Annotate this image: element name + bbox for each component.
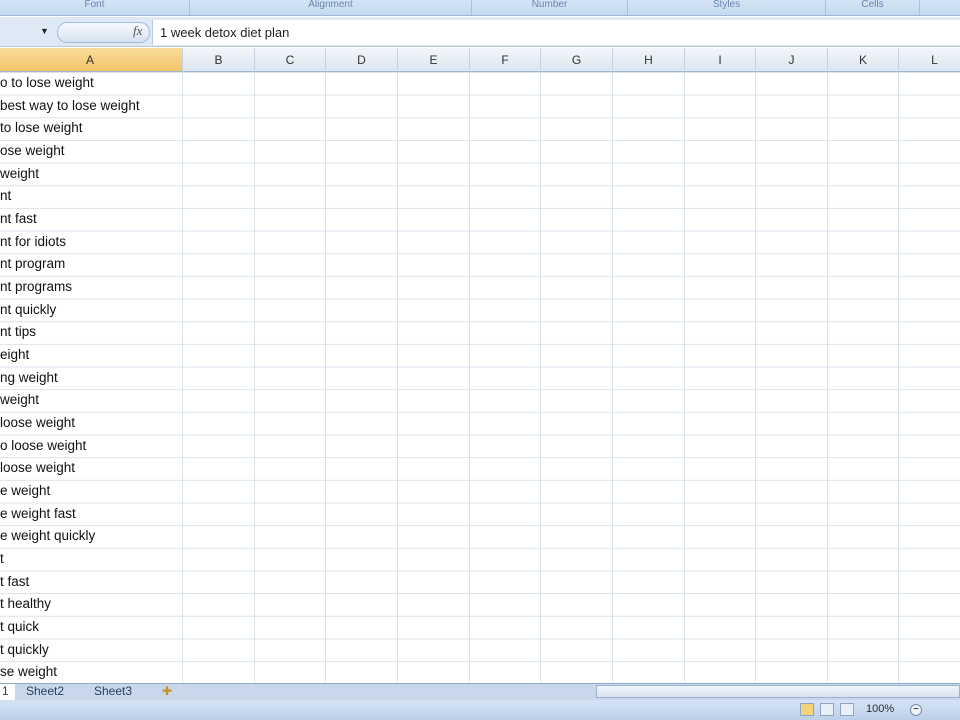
cell-a[interactable]: t fast [0,571,29,594]
sheet-tab-sheet1[interactable]: 1 [0,684,15,700]
cell-grid[interactable] [0,72,960,684]
cell-a[interactable]: t [0,548,4,571]
horizontal-scrollbar[interactable] [596,685,960,698]
cell-a[interactable]: best way to lose weight [0,95,140,118]
page-break-view-icon[interactable] [840,703,854,716]
gridline [540,72,541,684]
cell-a[interactable]: t quickly [0,639,49,662]
page-layout-view-icon[interactable] [820,703,834,716]
gridline [469,72,470,684]
cell-a[interactable]: nt quickly [0,299,56,322]
gridline [397,72,398,684]
gridline [684,72,685,684]
cell-a[interactable]: loose weight [0,412,75,435]
normal-view-icon[interactable] [800,703,814,716]
column-header-f[interactable]: F [470,48,541,72]
insert-function-button[interactable]: fx [133,23,142,39]
gridline [182,72,183,684]
column-header-l[interactable]: L [899,48,960,72]
cell-a[interactable]: eight [0,344,29,367]
gridline [254,72,255,684]
column-header-d[interactable]: D [326,48,398,72]
cell-a[interactable]: weight [0,389,39,412]
gridline [898,72,899,684]
column-header-i[interactable]: I [685,48,756,72]
status-bar [0,700,960,720]
sheet-tab-sheet2[interactable]: Sheet2 [20,684,70,700]
cell-a[interactable]: se weight [0,661,57,684]
cell-a[interactable]: nt programs [0,276,72,299]
cell-a[interactable]: nt fast [0,208,37,231]
cell-a[interactable]: weight [0,163,39,186]
column-header-h[interactable]: H [613,48,685,72]
ribbon-group-font[interactable]: Font [0,0,190,15]
cell-a[interactable]: ose weight [0,140,65,163]
gridline [827,72,828,684]
column-header-c[interactable]: C [255,48,326,72]
cell-a[interactable]: e weight quickly [0,525,95,548]
ribbon-group-number[interactable]: Number [472,0,628,15]
column-header-j[interactable]: J [756,48,828,72]
gridline [755,72,756,684]
cell-a[interactable]: t healthy [0,593,51,616]
gridline [325,72,326,684]
cell-a[interactable]: o loose weight [0,435,86,458]
zoom-out-button[interactable]: − [910,704,922,716]
cell-a[interactable]: loose weight [0,457,75,480]
ribbon-group-styles[interactable]: Styles [628,0,826,15]
ribbon: Font Alignment Number Styles Cells [0,0,960,16]
column-header-a[interactable]: A [0,48,183,72]
column-header-b[interactable]: B [183,48,255,72]
cell-a[interactable]: nt tips [0,321,36,344]
name-box-dropdown-icon[interactable]: ▼ [40,26,49,36]
cell-a[interactable]: to lose weight [0,117,83,140]
cell-a[interactable]: nt [0,185,11,208]
cell-a[interactable]: e weight [0,480,50,503]
ribbon-group-cells[interactable]: Cells [826,0,920,15]
cell-a[interactable]: o to lose weight [0,72,94,95]
zoom-level[interactable]: 100% [866,703,894,715]
formula-input[interactable]: 1 week detox diet plan [152,20,960,45]
insert-sheet-icon[interactable]: ✚ [156,684,178,700]
column-header-k[interactable]: K [828,48,899,72]
gridline [612,72,613,684]
column-header-e[interactable]: E [398,48,470,72]
cell-a[interactable]: ng weight [0,367,58,390]
cell-a[interactable]: nt program [0,253,65,276]
sheet-tab-sheet3[interactable]: Sheet3 [88,684,138,700]
cell-a[interactable]: e weight fast [0,503,76,526]
cell-a[interactable]: nt for idiots [0,231,66,254]
cell-a[interactable]: t quick [0,616,39,639]
ribbon-group-alignment[interactable]: Alignment [190,0,472,15]
column-header-g[interactable]: G [541,48,613,72]
